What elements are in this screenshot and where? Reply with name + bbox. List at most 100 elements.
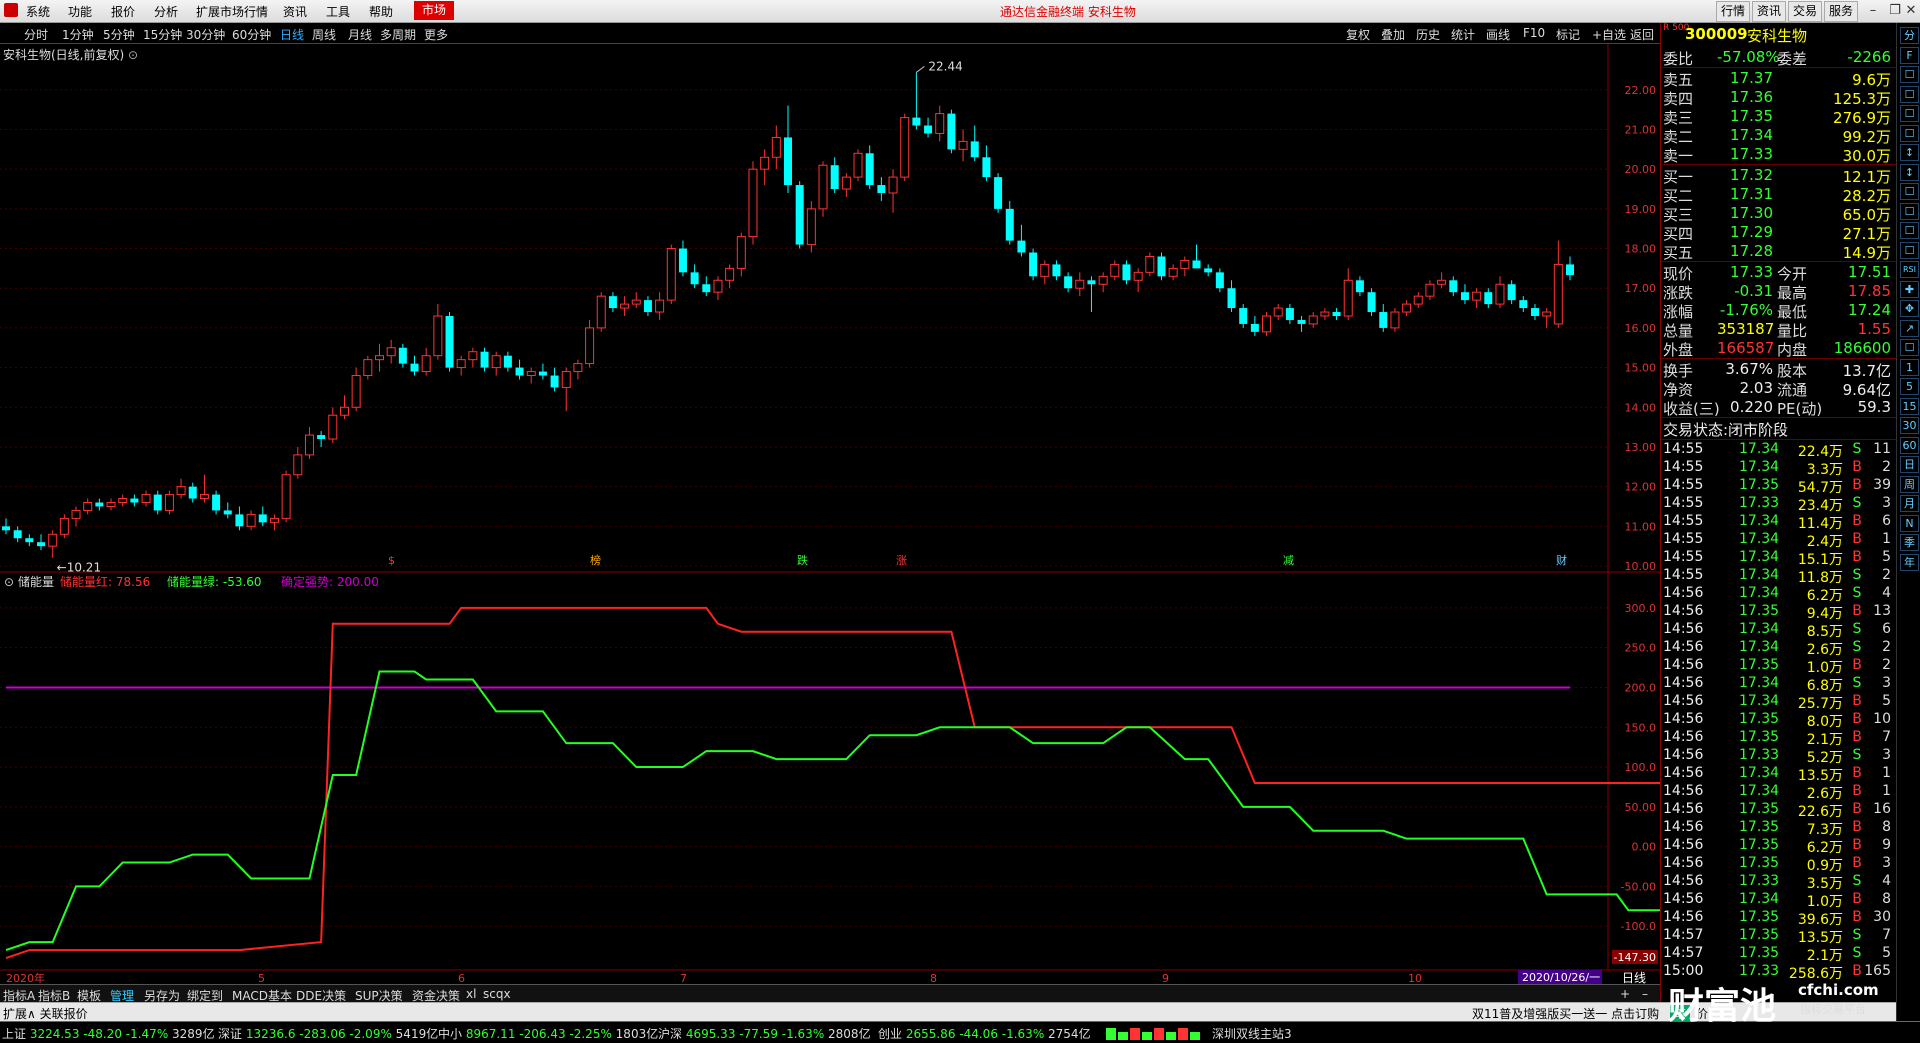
quote-button[interactable]: 行情 bbox=[1716, 1, 1751, 22]
side-icon-7[interactable]: ↕ bbox=[1900, 163, 1919, 181]
ask-level-1[interactable]: 卖四 17.36 125.3万 bbox=[1661, 88, 1897, 108]
event-mark-3[interactable]: 涨 bbox=[896, 554, 907, 567]
bid-level-0[interactable]: 买一 17.32 12.1万 bbox=[1661, 166, 1897, 186]
side-icon-2[interactable]: ☐ bbox=[1900, 66, 1919, 83]
side-icon-1[interactable]: F bbox=[1900, 46, 1919, 64]
event-mark-5[interactable]: 财 bbox=[1556, 553, 1567, 567]
side-icon-24[interactable]: 月 bbox=[1900, 495, 1919, 512]
extension-toggle[interactable]: 扩展∧ 关联报价 bbox=[3, 1005, 88, 1022]
side-icon-4[interactable]: ☐ bbox=[1900, 105, 1919, 122]
ask-level-0[interactable]: 卖五 17.37 9.6万 bbox=[1661, 69, 1897, 89]
event-mark-1[interactable]: 榜 bbox=[590, 553, 601, 567]
menu-tools[interactable]: 工具 bbox=[326, 3, 350, 20]
index-item-0[interactable]: 上证 3224.53 -48.20 -1.47% 3289亿 bbox=[2, 1025, 215, 1042]
news-button[interactable]: 资讯 bbox=[1752, 1, 1787, 22]
candle-body bbox=[1507, 284, 1516, 301]
side-icon-11[interactable]: ☐ bbox=[1900, 241, 1919, 259]
close-icon[interactable]: ✕ bbox=[1902, 1, 1920, 20]
event-mark-0[interactable]: $ bbox=[388, 554, 395, 567]
menu-system[interactable]: 系统 bbox=[26, 3, 50, 20]
bid-level-4[interactable]: 买五 17.28 14.9万 bbox=[1661, 242, 1897, 262]
period-7[interactable]: 周线 bbox=[312, 26, 336, 43]
side-icon-9[interactable]: ☐ bbox=[1900, 202, 1919, 220]
period-0[interactable]: 分时 bbox=[24, 26, 48, 43]
period-5[interactable]: 60分钟 bbox=[232, 26, 271, 43]
period-9[interactable]: 多周期 bbox=[380, 26, 416, 43]
menu-ext-market[interactable]: 扩展市场行情 bbox=[196, 3, 268, 20]
minimize-icon[interactable]: – bbox=[1862, 1, 1884, 20]
period-3[interactable]: 15分钟 bbox=[143, 26, 182, 43]
chart-tool-4[interactable]: 画线 bbox=[1486, 26, 1510, 43]
chart-tool-0[interactable]: 复权 bbox=[1346, 26, 1370, 43]
chart-tool-3[interactable]: 统计 bbox=[1451, 26, 1475, 43]
bid-level-2[interactable]: 买三 17.30 65.0万 bbox=[1661, 204, 1897, 224]
index-value: 4695.33 -77.59 -1.63% bbox=[685, 1027, 829, 1041]
period-1[interactable]: 1分钟 bbox=[62, 26, 94, 43]
chart-tool-6[interactable]: 标记 bbox=[1556, 26, 1580, 43]
chart-tool-1[interactable]: 叠加 bbox=[1381, 26, 1405, 43]
side-icon-12[interactable]: RSI bbox=[1900, 261, 1919, 278]
period-2[interactable]: 5分钟 bbox=[103, 26, 135, 43]
side-icon-21[interactable]: 60 bbox=[1900, 436, 1919, 454]
period-10[interactable]: 更多 bbox=[424, 26, 448, 43]
side-icon-26[interactable]: 季 bbox=[1900, 534, 1919, 551]
market-tab[interactable]: 市场 bbox=[414, 1, 454, 20]
side-icon-14[interactable]: ✥ bbox=[1900, 300, 1919, 317]
menu-news[interactable]: 资讯 bbox=[283, 3, 307, 20]
side-icon-18[interactable]: 5 bbox=[1900, 378, 1919, 395]
side-icon-25[interactable]: N bbox=[1900, 514, 1919, 532]
bid-level-3[interactable]: 买四 17.29 27.1万 bbox=[1661, 223, 1897, 243]
side-icon-0[interactable]: 分 bbox=[1900, 27, 1919, 44]
service-button[interactable]: 服务 bbox=[1824, 1, 1859, 22]
tick-volume: 2.6万 bbox=[1806, 642, 1843, 658]
side-icon-3[interactable]: ☐ bbox=[1900, 85, 1919, 103]
menu-function[interactable]: 功能 bbox=[68, 3, 92, 20]
remove-pane-icon[interactable]: – bbox=[1642, 987, 1648, 1001]
tick-time: 14:56 bbox=[1663, 621, 1704, 637]
ask-level-2[interactable]: 卖三 17.35 276.9万 bbox=[1661, 107, 1897, 127]
side-icon-8[interactable]: ☐ bbox=[1900, 183, 1919, 200]
trade-button[interactable]: 交易 bbox=[1788, 1, 1823, 22]
side-icon-5[interactable]: ☐ bbox=[1900, 124, 1919, 142]
candle-body bbox=[585, 327, 595, 365]
side-icon-23[interactable]: 周 bbox=[1900, 475, 1919, 493]
side-icon-17[interactable]: 1 bbox=[1900, 358, 1919, 376]
menu-analysis[interactable]: 分析 bbox=[154, 3, 178, 20]
event-mark-4[interactable]: 减 bbox=[1283, 554, 1294, 567]
side-icon-15[interactable]: ↗ bbox=[1900, 319, 1919, 337]
kline-chart[interactable]: 22.00 21.00 20.00 19.00 18.00 17.00 16.00 15.00… bbox=[0, 44, 1660, 984]
index-item-4[interactable]: 创业 2655.86 -44.06 -1.63% 2754亿 bbox=[878, 1025, 1091, 1042]
indicator-tab-11[interactable]: scqx bbox=[483, 987, 511, 1001]
indicator-tab-10[interactable]: xl bbox=[466, 987, 476, 1001]
ask-level-4[interactable]: 卖一 17.33 30.0万 bbox=[1661, 145, 1897, 165]
event-mark-2[interactable]: 跌 bbox=[797, 553, 808, 567]
side-icon-16[interactable]: ☐ bbox=[1900, 339, 1919, 356]
side-icon-10[interactable]: ☐ bbox=[1900, 222, 1919, 239]
side-icon-19[interactable]: 15 bbox=[1900, 397, 1919, 415]
side-icon-27[interactable]: 年 bbox=[1900, 553, 1919, 571]
side-icon-20[interactable]: 30 bbox=[1900, 417, 1919, 434]
add-pane-icon[interactable]: + bbox=[1620, 987, 1630, 1001]
chart-tool-8[interactable]: 返回 bbox=[1630, 26, 1654, 43]
chart-tool-5[interactable]: F10 bbox=[1523, 26, 1545, 40]
ad-link[interactable]: 双11普及增强版买一送一 点击订购 bbox=[1472, 1005, 1659, 1022]
side-icon-13[interactable]: ✚ bbox=[1900, 280, 1919, 298]
server-name[interactable]: 深圳双线主站3 bbox=[1212, 1025, 1292, 1042]
menu-help[interactable]: 帮助 bbox=[369, 3, 393, 20]
indicator-collapse-icon[interactable]: ⊙ bbox=[4, 575, 14, 589]
index-item-3[interactable]: 沪深 4695.33 -77.59 -1.63% 2808亿 bbox=[658, 1025, 871, 1042]
side-icon-6[interactable]: ↕ bbox=[1900, 144, 1919, 161]
period-4[interactable]: 30分钟 bbox=[186, 26, 225, 43]
period-6[interactable]: 日线 bbox=[280, 26, 304, 43]
menu-quote[interactable]: 报价 bbox=[111, 3, 135, 20]
index-item-2[interactable]: 中小 8967.11 -206.43 -2.25% 1803亿 bbox=[438, 1025, 658, 1042]
index-item-1[interactable]: 深证 13236.6 -283.06 -2.09% 5419亿 bbox=[218, 1025, 438, 1042]
price-tick-5: 17.00 bbox=[1625, 282, 1657, 295]
ask-level-3[interactable]: 卖二 17.34 99.2万 bbox=[1661, 126, 1897, 146]
bid-level-1[interactable]: 买二 17.31 28.2万 bbox=[1661, 185, 1897, 205]
side-icon-22[interactable]: 日 bbox=[1900, 456, 1919, 473]
chart-tool-2[interactable]: 历史 bbox=[1416, 26, 1440, 43]
level-volume: 28.2万 bbox=[1842, 187, 1891, 205]
chart-tool-7[interactable]: +自选 bbox=[1592, 26, 1626, 43]
period-8[interactable]: 月线 bbox=[348, 26, 372, 43]
